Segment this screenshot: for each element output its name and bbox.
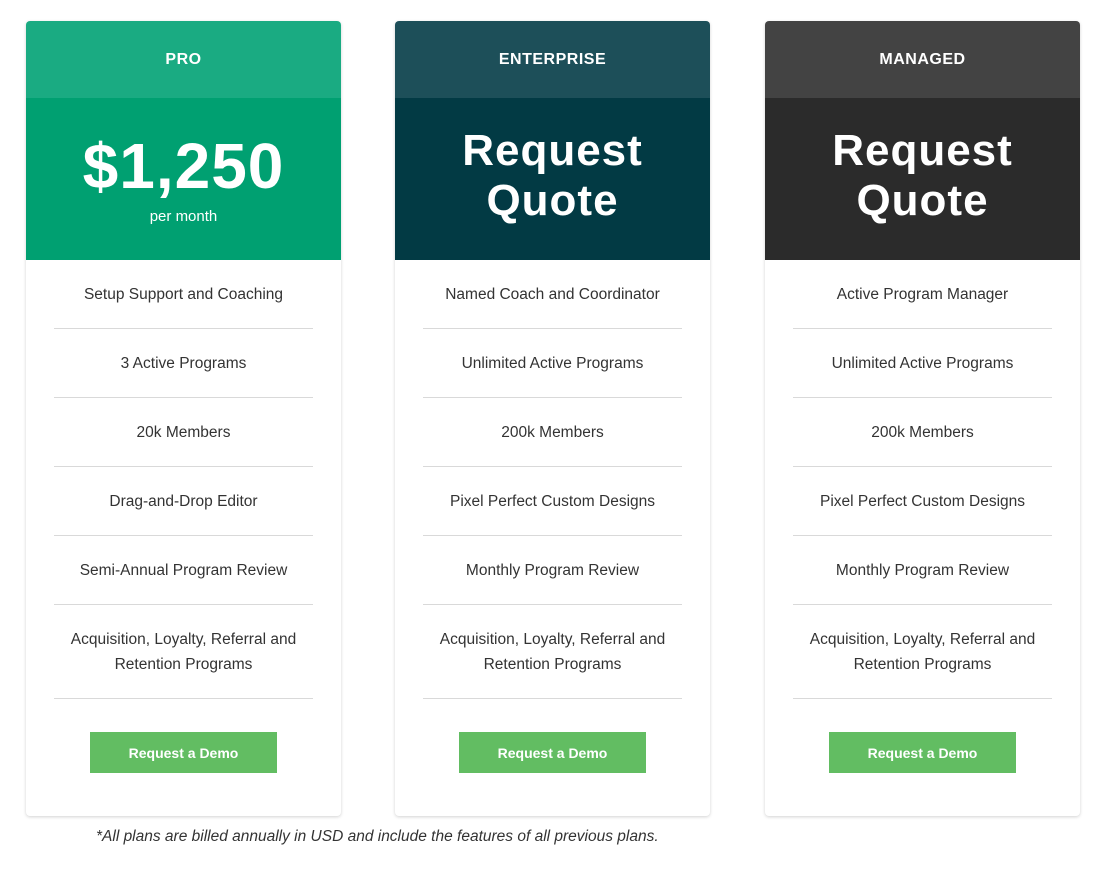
plan-header: ENTERPRISE — [395, 21, 710, 98]
feature-item: Setup Support and Coaching — [54, 260, 313, 329]
plan-name: ENTERPRISE — [498, 50, 607, 68]
feature-item: Unlimited Active Programs — [423, 329, 682, 398]
plan-name: PRO — [165, 50, 202, 68]
request-demo-button[interactable]: Request a Demo — [90, 732, 277, 773]
plan-card-pro: PRO $1,250 per month Setup Support and C… — [26, 21, 341, 816]
feature-list: Active Program Manager Unlimited Active … — [765, 260, 1080, 699]
plan-card-managed: MANAGED Request Quote Active Program Man… — [765, 21, 1080, 816]
feature-item: Acquisition, Loyalty, Referral and Reten… — [54, 605, 313, 699]
feature-item: Unlimited Active Programs — [793, 329, 1052, 398]
feature-item: 200k Members — [793, 398, 1052, 467]
feature-item: Monthly Program Review — [793, 536, 1052, 605]
price-quote: Request Quote — [462, 126, 643, 225]
plan-card-enterprise: ENTERPRISE Request Quote Named Coach and… — [395, 21, 710, 816]
price-period: per month — [149, 207, 218, 225]
feature-item: Monthly Program Review — [423, 536, 682, 605]
price-amount: $1,250 — [82, 129, 285, 202]
feature-item: Pixel Perfect Custom Designs — [793, 467, 1052, 536]
request-demo-button[interactable]: Request a Demo — [829, 732, 1016, 773]
plan-price: Request Quote — [765, 98, 1080, 260]
plan-price: $1,250 per month — [26, 98, 341, 260]
feature-item: Pixel Perfect Custom Designs — [423, 467, 682, 536]
plan-name: MANAGED — [879, 50, 966, 68]
feature-item: Active Program Manager — [793, 260, 1052, 329]
plan-header: PRO — [26, 21, 341, 98]
feature-item: Acquisition, Loyalty, Referral and Reten… — [793, 605, 1052, 699]
feature-list: Setup Support and Coaching 3 Active Prog… — [26, 260, 341, 699]
billing-footnote: *All plans are billed annually in USD an… — [96, 828, 659, 845]
feature-item: 200k Members — [423, 398, 682, 467]
feature-item: Drag-and-Drop Editor — [54, 467, 313, 536]
feature-item: 3 Active Programs — [54, 329, 313, 398]
feature-list: Named Coach and Coordinator Unlimited Ac… — [395, 260, 710, 699]
feature-item: Acquisition, Loyalty, Referral and Reten… — [423, 605, 682, 699]
feature-item: Semi-Annual Program Review — [54, 536, 313, 605]
price-quote: Request Quote — [832, 126, 1013, 225]
feature-item: Named Coach and Coordinator — [423, 260, 682, 329]
plan-header: MANAGED — [765, 21, 1080, 98]
plan-price: Request Quote — [395, 98, 710, 260]
request-demo-button[interactable]: Request a Demo — [459, 732, 646, 773]
feature-item: 20k Members — [54, 398, 313, 467]
